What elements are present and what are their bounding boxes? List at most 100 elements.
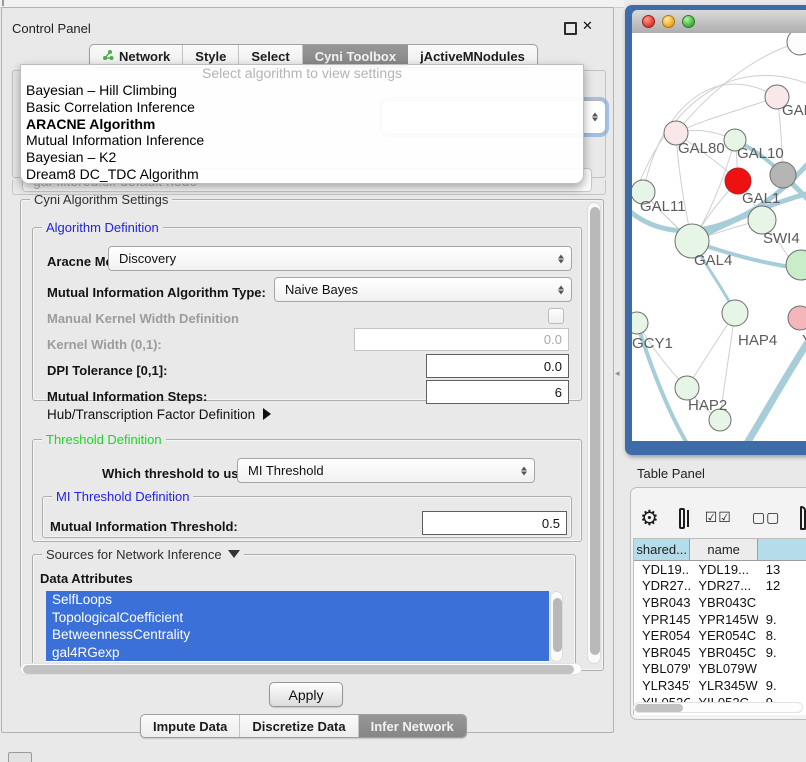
top-strip-handle <box>2 0 4 6</box>
network-node[interactable] <box>788 306 806 330</box>
combo-arrows-icon <box>592 113 598 122</box>
algorithm-dropdown-prompt: Select algorithm to view settings <box>21 65 583 82</box>
network-graph: GALGAL80GAL10GAL1GAL11SWI4GAL4GCY1HAP4YH… <box>632 33 806 441</box>
cyni-mode-tabs: Impute DataDiscretize DataInfer Network <box>140 714 467 738</box>
which-threshold-value: MI Threshold <box>248 463 324 478</box>
table-cell: YLR345W <box>634 678 690 693</box>
mi-threshold-field[interactable]: 0.5 <box>422 511 567 535</box>
corner-grip-icon[interactable] <box>8 752 32 762</box>
table-cell: 8. <box>758 628 806 643</box>
kernel-width-field[interactable]: 0.0 <box>354 328 569 351</box>
data-attribute-item[interactable]: SelfLoops <box>46 591 549 609</box>
algorithm-option[interactable]: Basic Correlation Inference <box>21 99 583 116</box>
table-cell: YBL079W <box>634 661 690 676</box>
table-cell: YDL19... <box>690 562 757 577</box>
table-row[interactable]: YBR045CYBR045C9. <box>634 644 806 661</box>
algorithm-option[interactable]: Bayesian – Hill Climbing <box>21 82 583 99</box>
close-icon[interactable]: ✕ <box>582 18 593 34</box>
zoom-traffic-light-icon[interactable] <box>682 15 695 28</box>
algorithm-option[interactable]: Dream8 DC_TDC Algorithm <box>21 166 583 183</box>
data-attribute-item[interactable]: TopologicalCoefficient <box>46 609 549 627</box>
mi-algorithm-type-combo[interactable]: Naive Bayes <box>274 277 572 302</box>
data-attributes-list[interactable]: SelfLoopsTopologicalCoefficientBetweenne… <box>46 591 549 662</box>
minimize-traffic-light-icon[interactable] <box>662 15 675 28</box>
tab-discretize-data[interactable]: Discretize Data <box>240 715 358 737</box>
kernel-width-label: Kernel Width (0,1): <box>47 337 162 352</box>
apply-button[interactable]: Apply <box>269 682 343 707</box>
network-node[interactable] <box>787 33 806 55</box>
which-threshold-label: Which threshold to use: <box>102 466 250 481</box>
sources-list-scrollbar[interactable] <box>550 591 563 662</box>
network-canvas[interactable]: GALGAL80GAL10GAL1GAL11SWI4GAL4GCY1HAP4YH… <box>632 33 806 441</box>
table-row[interactable]: YER054CYER054C8. <box>634 627 806 644</box>
panel-splitter-handle[interactable]: ◂ <box>615 368 620 379</box>
data-attributes-label: Data Attributes <box>40 571 133 586</box>
table-horizontal-scrollbar[interactable] <box>633 702 803 713</box>
float-window-icon[interactable] <box>564 22 577 35</box>
data-attribute-item[interactable]: BetweennessCentrality <box>46 626 549 644</box>
which-threshold-combo[interactable]: MI Threshold <box>237 458 535 483</box>
close-traffic-light-icon[interactable] <box>642 15 655 28</box>
combo-arrows-icon <box>558 285 564 294</box>
document-icon[interactable] <box>800 506 806 530</box>
hub-transcription-label: Hub/Transcription Factor Definition <box>47 407 255 422</box>
table-cell: 9. <box>758 612 806 627</box>
network-node[interactable] <box>786 250 806 280</box>
columns-icon[interactable] <box>679 508 685 529</box>
algorithm-option[interactable]: ARACNE Algorithm <box>21 116 583 133</box>
table-cell: YBR043C <box>690 595 757 610</box>
tab-label: Select <box>251 49 289 64</box>
table-column-header[interactable]: shared... <box>634 539 690 560</box>
gear-icon[interactable]: ⚙ <box>640 508 659 529</box>
table-row[interactable]: YBL079WYBL079W <box>634 661 806 678</box>
data-attribute-item[interactable]: gal4RGexp <box>46 644 549 662</box>
tab-infer-network[interactable]: Infer Network <box>359 715 466 737</box>
table-panel-title: Table Panel <box>637 466 705 481</box>
sources-group-title[interactable]: Sources for Network Inference <box>42 547 244 562</box>
settings-vertical-scrollbar[interactable] <box>587 202 601 664</box>
network-icon <box>102 49 114 64</box>
network-window-titlebar[interactable] <box>632 10 806 34</box>
network-node-label: GAL11 <box>640 198 686 215</box>
mi-steps-field[interactable]: 6 <box>426 380 569 404</box>
table-row[interactable]: YBR043CYBR043C <box>634 594 806 611</box>
table-cell: 9. <box>758 678 806 693</box>
table-row[interactable]: YLR345WYLR345W9. <box>634 677 806 694</box>
node-table: shared...name YDL19...YDL19...13YDR27...… <box>633 538 806 715</box>
table-cell: YBL079W <box>690 661 757 676</box>
algorithm-option[interactable]: Mutual Information Inference <box>21 132 583 149</box>
hub-transcription-section[interactable]: Hub/Transcription Factor Definition <box>47 407 271 422</box>
control-panel-title: Control Panel <box>12 21 91 36</box>
aracne-mode-combo[interactable]: Discovery <box>108 246 572 271</box>
unchecked-boxes-icon[interactable]: ▢▢ <box>752 510 780 526</box>
table-cell: YPR145W <box>690 612 757 627</box>
mi-algorithm-type-value: Naive Bayes <box>285 282 358 297</box>
algorithm-option[interactable]: Bayesian – K2 <box>21 149 583 166</box>
settings-horizontal-scrollbar[interactable] <box>20 663 582 675</box>
tab-impute-data[interactable]: Impute Data <box>141 715 240 737</box>
network-node-label: HAP4 <box>738 332 777 349</box>
network-node-label: HAP2 <box>688 397 727 414</box>
table-cell: YLR345W <box>690 678 757 693</box>
dpi-tolerance-field[interactable]: 0.0 <box>426 354 569 378</box>
table-cell: 9. <box>758 645 806 660</box>
network-node[interactable] <box>632 312 648 334</box>
mi-algorithm-type-label: Mutual Information Algorithm Type: <box>47 285 266 300</box>
network-node[interactable] <box>770 162 796 188</box>
checked-boxes-icon[interactable]: ☑☑ <box>705 510 732 526</box>
table-cell: YDR27... <box>634 578 690 593</box>
table-cell: YPR145W <box>634 612 690 627</box>
table-cell: YDR27... <box>690 578 757 593</box>
tab-label: jActiveMNodules <box>420 49 525 64</box>
table-column-header[interactable] <box>758 539 806 560</box>
aracne-mode-value: Discovery <box>119 251 176 266</box>
table-row[interactable]: YDR27...YDR27...12 <box>634 578 806 595</box>
table-cell: 13 <box>758 562 806 577</box>
table-row[interactable]: YDL19...YDL19...13 <box>634 561 806 578</box>
table-column-header[interactable]: name <box>690 539 758 560</box>
manual-kernel-width-checkbox[interactable] <box>548 308 564 324</box>
table-row[interactable]: YPR145WYPR145W9. <box>634 611 806 628</box>
table-cell: YBR043C <box>634 595 690 610</box>
table-panel-toolbar: ⚙ ☑☑ ▢▢ <box>640 500 806 536</box>
network-node[interactable] <box>722 300 748 326</box>
